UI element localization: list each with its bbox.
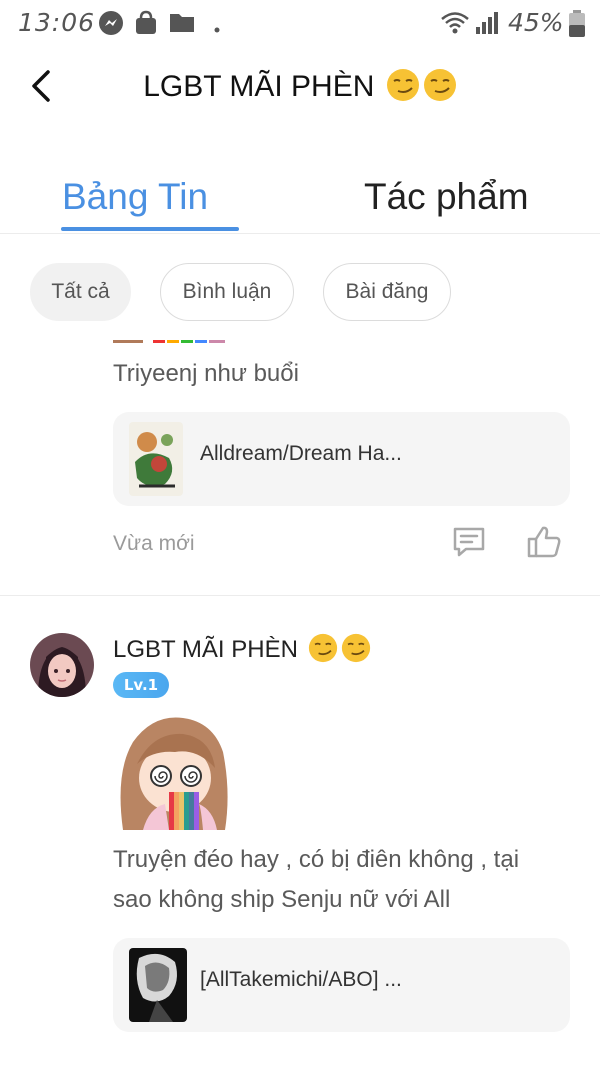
author-name[interactable]: LGBT MÃI PHÈN — [113, 633, 371, 664]
battery-percent: 45% — [508, 8, 564, 37]
shopping-bag-icon — [134, 10, 158, 40]
smirk-face-emoji-icon — [308, 633, 337, 663]
level-badge: Lv.1 — [113, 672, 169, 698]
folder-icon — [168, 10, 196, 38]
like-button[interactable] — [525, 523, 563, 561]
work-cover-image — [129, 422, 183, 496]
tab-news-feed[interactable]: Bảng Tin — [62, 176, 208, 233]
work-card[interactable]: [AllTakemichi/ABO] ... — [113, 938, 570, 1032]
author-avatar[interactable] — [30, 633, 94, 697]
page-title: LGBT MÃI PHÈN — [0, 68, 600, 104]
status-bar: 13:06 45% — [0, 0, 600, 44]
comment-icon — [453, 527, 485, 557]
post-text-line-2: sao không ship Senju nữ với All — [113, 886, 451, 913]
sticker-image — [113, 712, 233, 830]
comment-button[interactable] — [450, 523, 488, 561]
battery-icon — [568, 10, 586, 42]
work-title: [AllTakemichi/ABO] ... — [200, 968, 402, 991]
thumbs-up-icon — [527, 526, 561, 558]
author-name-text: LGBT MÃI PHÈN — [113, 636, 298, 663]
signal-icon — [474, 10, 500, 40]
wifi-icon — [440, 10, 470, 40]
status-time: 13:06 — [18, 8, 96, 37]
filter-all[interactable]: Tất cả — [30, 263, 131, 321]
tab-works[interactable]: Tác phẩm — [364, 176, 529, 233]
post-text: Triyeenj như buổi — [113, 360, 299, 387]
filter-posts[interactable]: Bài đăng — [323, 263, 451, 321]
post-text-line-1: Truyện đéo hay , có bị điên không , tại — [113, 846, 520, 873]
active-tab-indicator — [61, 227, 239, 231]
sticker-image-cropped — [113, 340, 225, 343]
tab-bar: Bảng Tin Tác phẩm — [0, 150, 600, 234]
smirk-face-emoji-icon — [386, 69, 419, 101]
post-timestamp: Vừa mới — [113, 532, 195, 555]
messenger-icon — [98, 10, 124, 40]
smirk-face-emoji-icon — [341, 633, 370, 663]
filter-chips: Tất cả Bình luận Bài đăng — [0, 263, 600, 321]
smirk-face-emoji-icon — [423, 69, 456, 101]
work-card[interactable]: Alldream/Dream Ha... — [113, 412, 570, 506]
dot-icon — [214, 18, 220, 37]
work-title: Alldream/Dream Ha... — [200, 442, 402, 465]
header: LGBT MÃI PHÈN — [0, 50, 600, 130]
post-divider — [0, 595, 600, 596]
work-cover-image — [129, 948, 187, 1022]
filter-comments[interactable]: Bình luận — [160, 263, 294, 321]
feed-list: Triyeenj như buổi Alldream/Dream Ha... V… — [0, 340, 600, 1067]
page-title-text: LGBT MÃI PHÈN — [143, 70, 375, 103]
